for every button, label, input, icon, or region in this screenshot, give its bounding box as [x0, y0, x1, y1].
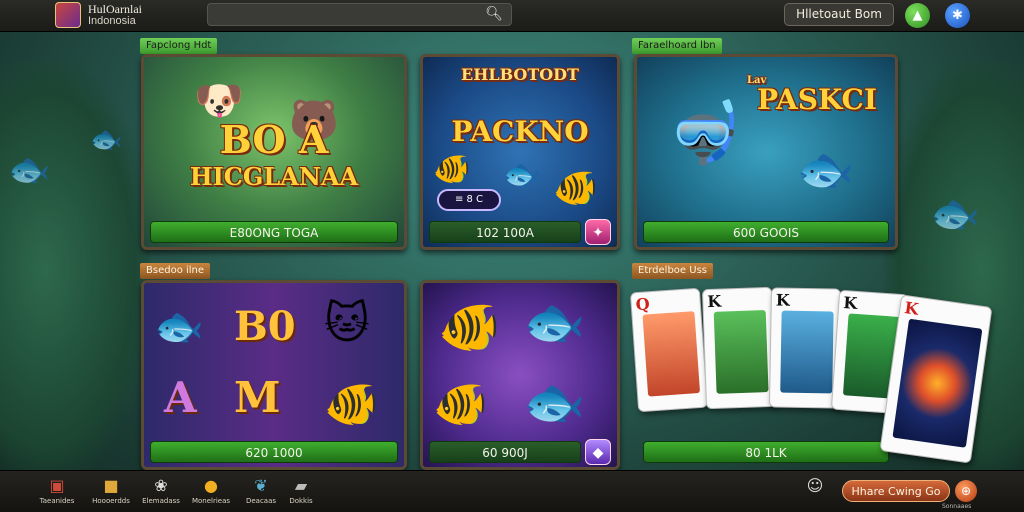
- nav-item-chest[interactable]: ▰ Dokkis: [276, 475, 326, 505]
- user-icon: ☺: [806, 476, 824, 495]
- tile-play-bar[interactable]: 60 900J: [429, 441, 581, 463]
- symbol-icon: A: [164, 373, 197, 422]
- coin-icon: ●: [204, 476, 218, 495]
- nav-item-coins[interactable]: ● Monelrieas: [186, 475, 236, 505]
- brand-subtitle: Indonosia: [88, 15, 136, 27]
- fish-icon: 🐟: [797, 142, 855, 196]
- game-tile-paskci[interactable]: Lav PASKCI 🤿 🐟 600 GOOIS: [634, 54, 898, 250]
- cta-subtitle: Sonnaaes: [942, 503, 972, 510]
- fish-icon: 🐟: [523, 293, 586, 351]
- nav-item-pets[interactable]: ❀ Elemadass: [136, 475, 186, 505]
- fish-icon: 🐠: [433, 152, 471, 187]
- app-logo[interactable]: [55, 2, 81, 28]
- cta-button[interactable]: Hhare Cwing Go: [842, 480, 950, 502]
- card-art: [642, 311, 701, 397]
- search-input[interactable]: 🔍︎: [207, 3, 512, 26]
- tile-play-bar[interactable]: 102 100A: [429, 221, 581, 243]
- up-arrow-icon[interactable]: ▲: [905, 3, 930, 28]
- fish-icon: 🐟: [503, 157, 541, 192]
- paw-icon: ❀: [154, 476, 168, 495]
- game-tile-slots[interactable]: 🐟 B0 🐱 A M 🐠 620 1000: [141, 280, 407, 470]
- bluetooth-icon[interactable]: ✱: [945, 3, 970, 28]
- nav-label: Taeanides: [39, 497, 75, 505]
- symbol-icon: M: [234, 373, 281, 422]
- fish-icon: 🐠: [433, 379, 488, 430]
- card-art: [780, 310, 834, 394]
- section-label-popular: Fapclong Hdt: [140, 38, 218, 54]
- fish-icon: 🐠: [324, 379, 379, 430]
- nav-label: Dokkis: [289, 497, 313, 505]
- tile-title-bottom: HICGLANAA: [189, 162, 359, 191]
- profile-button[interactable]: ☺: [790, 475, 840, 497]
- gift-icon: ▣: [49, 476, 65, 495]
- game-tile-packno[interactable]: EHLBOTODT PACKNO 🐠 🐟 🐠 ≡ 8 C 102 100A ✦: [420, 54, 620, 250]
- card-rank: K: [775, 290, 790, 310]
- diver-character-icon: 🤿: [667, 98, 742, 168]
- symbol-icon: B0: [234, 303, 296, 350]
- nav-item-rewards[interactable]: ▣ Taeanides: [32, 475, 82, 505]
- card-rank: K: [842, 293, 858, 313]
- gem-icon[interactable]: ✦: [585, 219, 611, 245]
- playing-card: K: [701, 286, 777, 410]
- brand-title: HulOarnlai Indonosia: [88, 3, 142, 27]
- search-icon[interactable]: 🔍︎: [485, 6, 503, 22]
- card-art: [713, 310, 769, 394]
- card-rank: K: [707, 291, 722, 312]
- login-button[interactable]: Hlletoaut Bom: [784, 3, 894, 26]
- card-rank: Q: [635, 294, 651, 315]
- treasure-icon: ■: [103, 476, 119, 495]
- target-icon[interactable]: ⊕: [955, 480, 977, 502]
- nav-item-treasure[interactable]: ■ Hoooerdds: [86, 475, 136, 505]
- nav-label: Deacaas: [245, 497, 277, 505]
- fish-icon: 🐠: [438, 298, 501, 356]
- card-rank: K: [903, 298, 920, 319]
- nav-label: Hoooerdds: [92, 497, 130, 505]
- tile-title-top: EHLBOTODT: [461, 65, 579, 84]
- tile-play-bar[interactable]: 620 1000: [150, 441, 398, 463]
- nav-label: Elemadass: [142, 497, 180, 505]
- fish-icon: 🐠: [553, 168, 598, 209]
- section-label-featured: Faraelhoard lbn: [632, 38, 722, 54]
- gem-icon[interactable]: ◆: [585, 439, 611, 465]
- section-label-cards: Etrdelboe Uss: [632, 263, 713, 279]
- fish-icon: 🐟: [154, 304, 204, 350]
- tile-title: PASKCI: [757, 83, 877, 116]
- background-fish-icon: 🐟: [930, 191, 980, 237]
- game-tile-fish[interactable]: 🐠 🐟 🐠 🐟 60 900J ◆: [420, 280, 620, 470]
- tile-badge: ≡ 8 C: [437, 189, 501, 211]
- game-tile-boa[interactable]: 🐶 🐻 BO A HICGLANAA E80ONG TOGA: [141, 54, 407, 250]
- tile-title-top: BO A: [219, 117, 329, 162]
- tile-play-bar[interactable]: E80ONG TOGA: [150, 221, 398, 243]
- tile-play-bar[interactable]: 80 1LK: [643, 441, 889, 463]
- brand-name: HulOarnlai: [88, 2, 142, 16]
- cat-character-icon: 🐱: [324, 298, 370, 349]
- top-bar: HulOarnlai Indonosia 🔍︎ Hlletoaut Bom ▲ …: [0, 0, 1024, 32]
- background-foliage-left: [0, 60, 150, 480]
- playing-card: Q: [629, 287, 709, 413]
- fish-icon: 🐟: [523, 373, 586, 431]
- tile-play-bar[interactable]: 600 GOOIS: [643, 221, 889, 243]
- section-label-slots: Bsedoo ilne: [140, 263, 211, 279]
- card-art: [892, 318, 983, 448]
- background-fish-icon: 🐟: [8, 150, 51, 190]
- background-fish-icon: 🐟: [90, 125, 123, 155]
- nav-label: Monelrieas: [191, 497, 231, 505]
- playing-card: K: [768, 287, 842, 409]
- tile-title-bottom: PACKNO: [451, 115, 589, 148]
- chest-icon: ▰: [294, 476, 308, 495]
